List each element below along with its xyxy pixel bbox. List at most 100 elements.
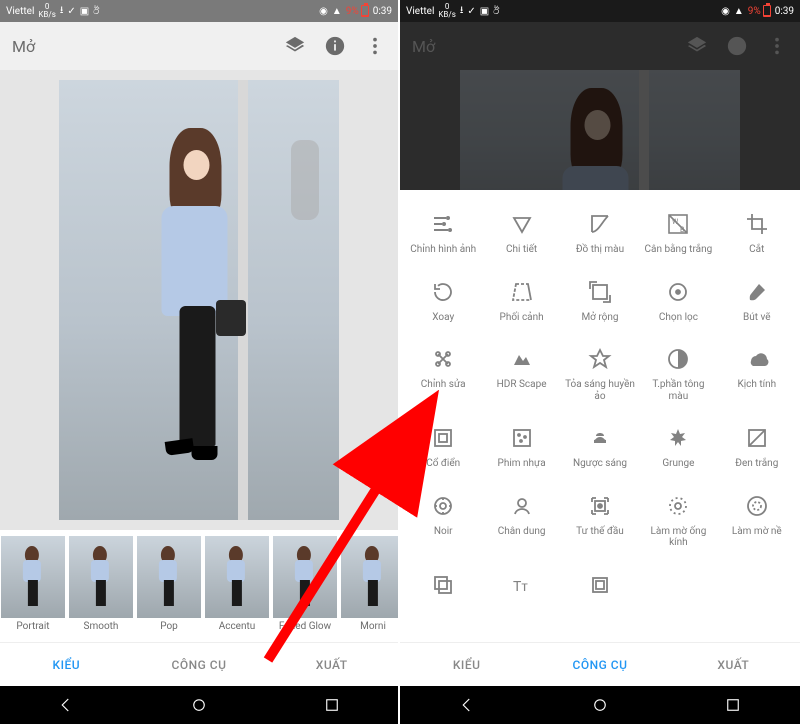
rotate-icon: [429, 278, 457, 306]
nav-export[interactable]: XUẤT: [667, 643, 800, 686]
gallery-icon: ▣: [480, 6, 489, 17]
tool-label: Tư thế đầu: [576, 526, 624, 538]
network-speed: 0KB/s: [38, 3, 55, 19]
tune-icon: [429, 210, 457, 238]
filter-item-portrait[interactable]: Portrait: [0, 536, 66, 642]
tool-label: Xoay: [432, 312, 454, 324]
filter-item-pop[interactable]: Pop: [136, 536, 202, 642]
status-bar: Viettel 0KB/s ⭳ ✓ ▣ ඊ ◉ ▲ 9% 0:39: [400, 0, 800, 22]
selective-icon: [664, 278, 692, 306]
back-key[interactable]: [458, 696, 476, 714]
tool-noir[interactable]: Noir: [404, 484, 482, 563]
nav-styles[interactable]: KIỂU: [400, 643, 533, 686]
vignette-icon: [743, 492, 771, 520]
filter-item-accentu[interactable]: Accentu: [204, 536, 270, 642]
tool-label: Đồ thị màu: [576, 244, 624, 256]
signal-icon: ▲: [734, 6, 744, 17]
tool-crop[interactable]: Cắt: [718, 202, 796, 270]
tools-panel[interactable]: Chỉnh hình ảnhChi tiết Đồ thị màu WBCân bằ…: [400, 190, 800, 642]
nav-export[interactable]: XUẤT: [265, 643, 398, 686]
tool-tune[interactable]: Chỉnh hình ảnh: [404, 202, 482, 270]
tool-lensblur[interactable]: Làm mờ ống kính: [639, 484, 717, 563]
info-icon[interactable]: [324, 35, 346, 57]
tool-drama[interactable]: Kịch tính: [718, 337, 796, 416]
triangle-down-icon: [508, 210, 536, 238]
filter-thumb: [341, 536, 398, 618]
tool-label: Phim nhựa: [498, 458, 546, 470]
tool-frames[interactable]: [561, 563, 639, 619]
filter-label: Accentu: [219, 621, 256, 632]
tool-text[interactable]: Tᴛ: [482, 563, 560, 619]
tool-grunge[interactable]: Grunge: [639, 416, 717, 484]
headpose-icon: [586, 492, 614, 520]
tool-perspective[interactable]: Phối cảnh: [482, 270, 560, 338]
glamour-icon: [586, 345, 614, 373]
tool-glamour[interactable]: Tỏa sáng huyền ảo: [561, 337, 639, 416]
filter-item-faded glow[interactable]: Faded Glow: [272, 536, 338, 642]
carrier-label: Viettel: [406, 6, 434, 17]
back-key[interactable]: [57, 696, 75, 714]
expand-icon: [586, 278, 614, 306]
nav-tools[interactable]: CÔNG CỤ: [133, 643, 266, 686]
home-key[interactable]: [190, 696, 208, 714]
battery-indicator: 9%: [748, 5, 771, 17]
filter-label: Portrait: [16, 621, 49, 632]
tool-label: T.phần tông màu: [643, 379, 713, 402]
tool-triangle-down[interactable]: Chi tiết: [482, 202, 560, 270]
clock-label: 0:39: [775, 6, 794, 17]
crop-icon: [743, 210, 771, 238]
tool-healing[interactable]: Chỉnh sửa: [404, 337, 482, 416]
tool-retrolux[interactable]: Ngược sáng: [561, 416, 639, 484]
nav-tools[interactable]: CÔNG CỤ: [533, 643, 666, 686]
tool-curve[interactable]: Đồ thị màu: [561, 202, 639, 270]
tool-label: Grunge: [662, 458, 694, 470]
tonal-icon: [664, 345, 692, 373]
filter-strip[interactable]: Portrait SmoothPop Accentu Faded Glow Morni: [0, 530, 398, 642]
tool-label: Chân dung: [498, 526, 546, 538]
tool-tonal[interactable]: T.phần tông màu: [639, 337, 717, 416]
tool-doubleexp[interactable]: [404, 563, 482, 619]
tool-wb[interactable]: WBCân bằng trắng: [639, 202, 717, 270]
tool-rotate[interactable]: Xoay: [404, 270, 482, 338]
recent-key[interactable]: [724, 696, 742, 714]
layers-icon[interactable]: [284, 35, 306, 57]
tool-vintage[interactable]: Cổ điển: [404, 416, 482, 484]
nav-styles[interactable]: KIỂU: [0, 643, 133, 686]
filter-item-smooth[interactable]: Smooth: [68, 536, 134, 642]
tool-label: Bút vẽ: [743, 312, 771, 324]
tool-label: Chỉnh sửa: [421, 379, 466, 391]
photo-canvas[interactable]: [0, 70, 398, 530]
open-button[interactable]: Mở: [12, 37, 284, 56]
tool-headpose[interactable]: Tư thế đầu: [561, 484, 639, 563]
grunge-icon: [664, 424, 692, 452]
info-icon: [726, 35, 748, 57]
filter-thumb: [205, 536, 269, 618]
layers-icon: [686, 35, 708, 57]
brush-icon: [743, 278, 771, 306]
home-key[interactable]: [591, 696, 609, 714]
open-button: Mở: [412, 37, 686, 56]
filter-label: Faded Glow: [279, 621, 331, 632]
drama-icon: [743, 345, 771, 373]
tool-expand[interactable]: Mở rộng: [561, 270, 639, 338]
more-icon[interactable]: [364, 35, 386, 57]
doubleexp-icon: [429, 571, 457, 599]
filter-thumb: [69, 536, 133, 618]
filter-item-morni[interactable]: Morni: [340, 536, 398, 642]
bw-icon: [743, 424, 771, 452]
tool-portrait[interactable]: Chân dung: [482, 484, 560, 563]
recent-key[interactable]: [323, 696, 341, 714]
tool-vignette[interactable]: Làm mờ nề: [718, 484, 796, 563]
tool-brush[interactable]: Bút vẽ: [718, 270, 796, 338]
tool-label: Mở rộng: [581, 312, 618, 324]
tool-hdr[interactable]: HDR Scape: [482, 337, 560, 416]
filter-thumb: [1, 536, 65, 618]
signal-icon: ▲: [332, 6, 342, 17]
hdr-icon: [508, 345, 536, 373]
tool-selective[interactable]: Chọn lọc: [639, 270, 717, 338]
tool-label: Làm mờ nề: [732, 526, 782, 538]
tool-grainy[interactable]: Phim nhựa: [482, 416, 560, 484]
lensblur-icon: [664, 492, 692, 520]
tool-bw[interactable]: Đen trắng: [718, 416, 796, 484]
tool-label: Tỏa sáng huyền ảo: [565, 379, 635, 402]
